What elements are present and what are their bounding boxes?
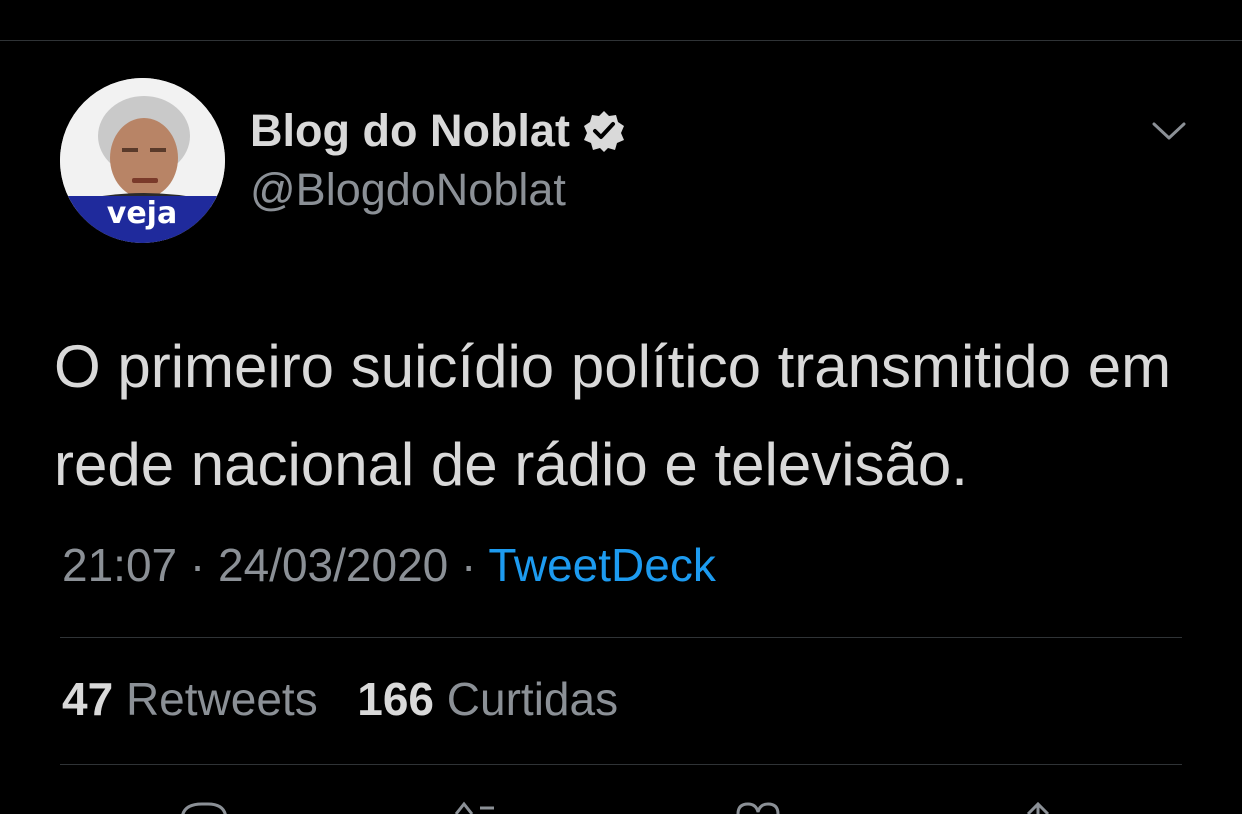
meta-divider <box>60 637 1182 638</box>
avatar[interactable]: veja <box>60 78 225 243</box>
share-icon[interactable] <box>1010 800 1066 814</box>
tweet-stats: 47 Retweets 166 Curtidas <box>62 672 618 726</box>
retweets-stat[interactable]: 47 Retweets <box>62 673 330 725</box>
author-handle[interactable]: @BlogdoNoblat <box>250 164 566 216</box>
like-icon[interactable] <box>730 800 786 814</box>
veja-logo-text: veja <box>107 196 177 231</box>
author-display-name[interactable]: Blog do Noblat <box>250 105 570 157</box>
verified-badge-icon <box>582 109 626 153</box>
meta-separator: · <box>461 539 489 591</box>
tweet-source-link[interactable]: TweetDeck <box>488 539 716 591</box>
likes-stat[interactable]: 166 Curtidas <box>357 673 618 725</box>
tweet-time: 21:07 <box>62 539 178 591</box>
meta-separator: · <box>189 539 219 591</box>
retweets-label: Retweets <box>125 673 318 725</box>
header-divider <box>0 40 1242 41</box>
author-name-row[interactable]: Blog do Noblat <box>250 104 626 158</box>
likes-count: 166 <box>357 673 435 725</box>
reply-icon[interactable] <box>176 800 232 814</box>
stats-divider <box>60 764 1182 765</box>
retweet-icon[interactable] <box>450 800 506 814</box>
tweet-text: O primeiro suicídio político transmitido… <box>54 333 1172 498</box>
retweets-count: 47 <box>62 673 114 725</box>
likes-label: Curtidas <box>446 673 619 725</box>
chevron-down-icon[interactable] <box>1150 112 1188 150</box>
tweet-actions-bar <box>0 800 1242 814</box>
tweet-meta: 21:07 · 24/03/2020 · TweetDeck <box>62 538 716 592</box>
avatar-image: veja <box>60 78 225 243</box>
tweet-date: 24/03/2020 <box>218 539 449 591</box>
